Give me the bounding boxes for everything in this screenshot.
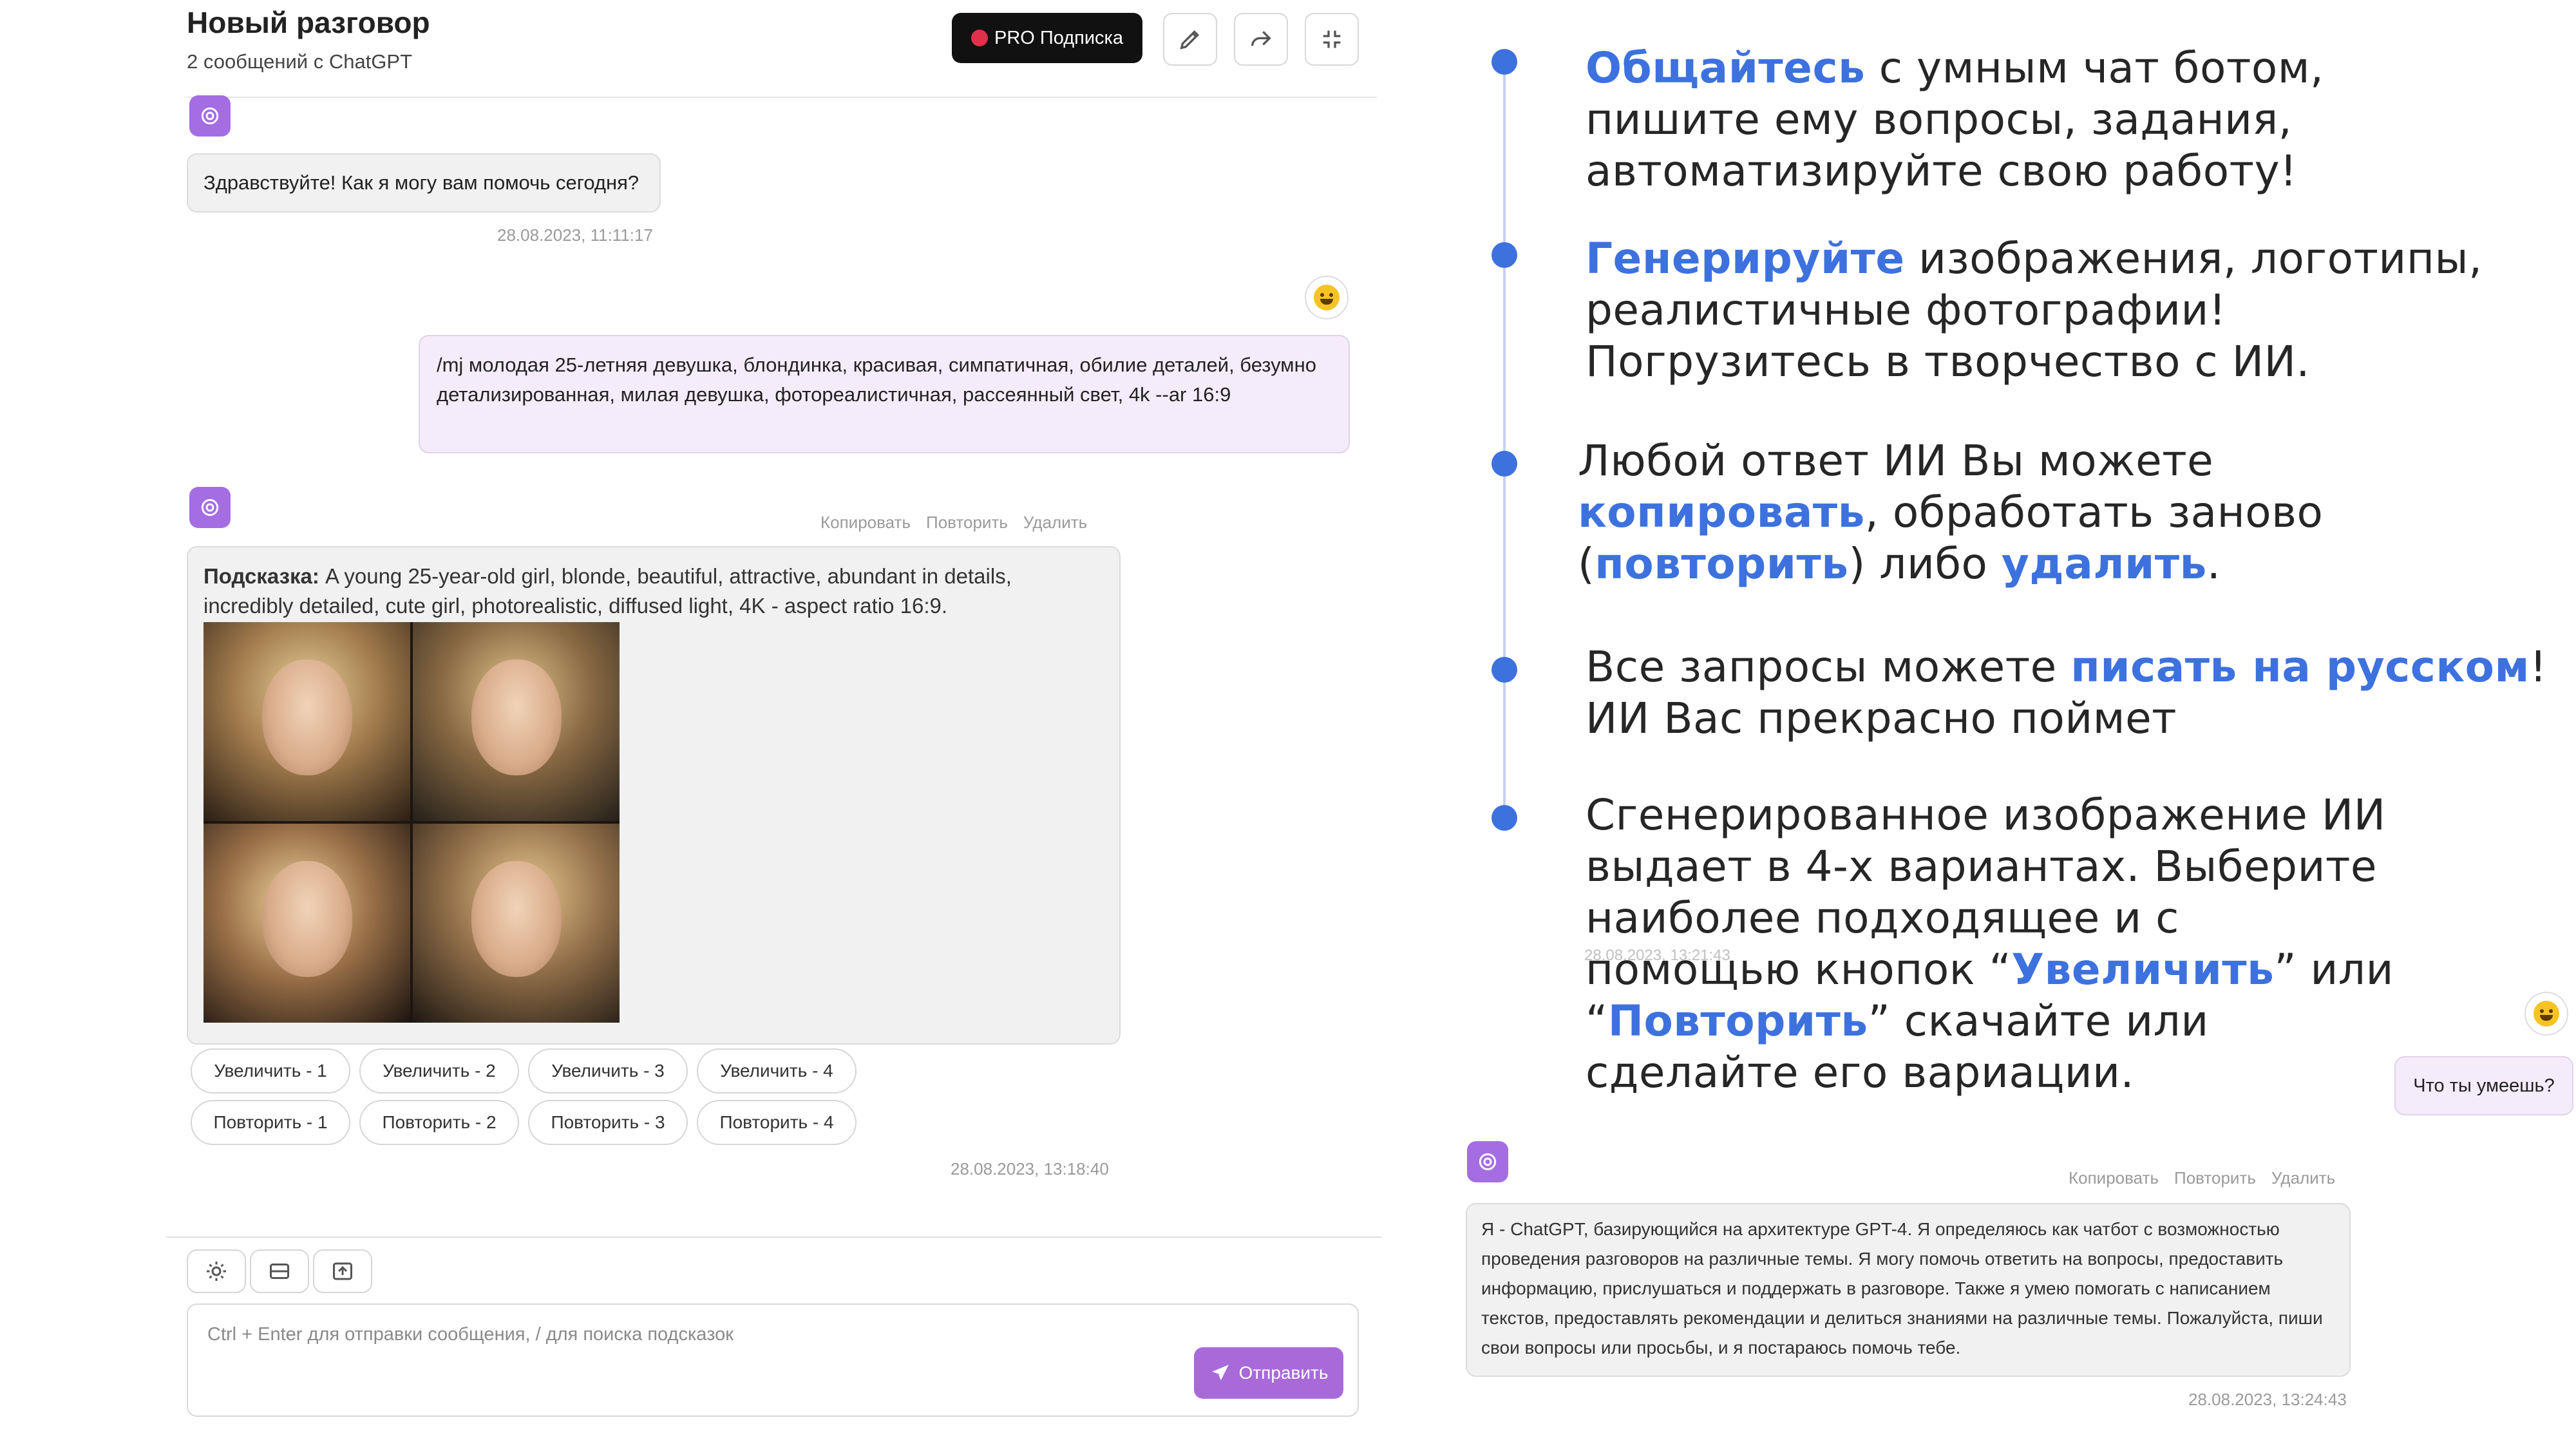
openai-logo-icon (201, 107, 219, 125)
feature-russian: Все запросы можете писать на русском! ИИ… (1586, 641, 2552, 744)
upscale-4-button[interactable]: Увеличить - 4 (697, 1048, 857, 1094)
sun-icon (207, 1262, 226, 1281)
feature-highlight: удалить (2001, 539, 2207, 589)
feature-text: Все запросы можете (1586, 642, 2071, 692)
pro-label: PRO Подписка (994, 27, 1123, 48)
user-avatar (1305, 276, 1349, 319)
share-icon (1251, 31, 1271, 46)
message-actions: Копировать Повторить Удалить (820, 513, 1087, 533)
send-label: Отправить (1238, 1363, 1329, 1383)
bot-avatar (1467, 1141, 1508, 1182)
message-actions: Копировать Повторить Удалить (2069, 1168, 2335, 1188)
delete-action[interactable]: Удалить (1023, 513, 1087, 533)
header-divider (187, 97, 1377, 98)
collapse-icon (1323, 30, 1341, 48)
copy-action[interactable]: Копировать (2069, 1168, 2159, 1188)
pro-subscription-button[interactable]: PRO Подписка (952, 13, 1142, 63)
feature-chat: Общайтесь с умным чат ботом, пишите ему … (1586, 43, 2487, 197)
feature-generate: Генерируйте изображения, логотипы, реали… (1586, 233, 2487, 388)
heart-eyes-icon (971, 30, 988, 46)
timeline-dot (1492, 242, 1517, 268)
upscale-3-button[interactable]: Увеличить - 3 (528, 1048, 688, 1094)
openai-logo-icon (1479, 1153, 1497, 1171)
rename-button[interactable] (1163, 13, 1217, 66)
collapse-button[interactable] (1305, 13, 1359, 66)
page-title: Новый разговор (187, 6, 430, 39)
smiley-icon (2533, 1001, 2559, 1027)
input-placeholder: Ctrl + Enter для отправки сообщения, / д… (207, 1324, 734, 1345)
hint-label: Подсказка: (204, 564, 319, 588)
feature-text: . (2206, 539, 2221, 589)
timeline-dot (1492, 805, 1517, 831)
image-icon (270, 1264, 289, 1279)
feature-highlight: Общайтесь (1586, 43, 1866, 93)
feature-text: ) либо (1848, 539, 2002, 589)
repeat-action[interactable]: Повторить (2174, 1168, 2256, 1188)
hint-text: A young 25-year-old girl, blonde, beauti… (204, 564, 1012, 618)
upscale-2-button[interactable]: Увеличить - 2 (359, 1048, 519, 1094)
generated-image-1[interactable] (204, 622, 410, 821)
repeat-1-button[interactable]: Повторить - 1 (191, 1100, 350, 1145)
bot-message: Здравствуйте! Как я могу вам помочь сего… (187, 153, 661, 213)
upload-button[interactable] (313, 1249, 372, 1293)
upscale-1-button[interactable]: Увеличить - 1 (191, 1048, 350, 1094)
bot-message: Я - ChatGPT, базирующийся на архитектуре… (1466, 1203, 2351, 1377)
prompt-hint: Подсказка: A young 25-year-old girl, blo… (204, 562, 1099, 621)
message-timestamp: 28.08.2023, 11:11:17 (497, 225, 653, 245)
repeat-action[interactable]: Повторить (926, 513, 1008, 533)
user-message: Что ты умеешь? (2394, 1056, 2573, 1115)
feature-highlight: копировать (1578, 488, 1865, 537)
feature-highlight: Повторить (1607, 996, 1868, 1046)
message-timestamp: 28.08.2023, 13:24:43 (2188, 1390, 2347, 1409)
conversation-subtitle: 2 сообщений с ChatGPT (187, 50, 413, 73)
image-tool-button[interactable] (250, 1249, 309, 1293)
timeline-dot (1492, 49, 1517, 75)
feature-highlight: повторить (1595, 539, 1849, 589)
feature-actions: Любой ответ ИИ Вы можете копировать, обр… (1578, 435, 2512, 590)
generated-image-grid[interactable] (204, 622, 620, 1023)
user-message: /mj молодая 25-летняя девушка, блондинка… (419, 335, 1350, 453)
user-avatar (2524, 992, 2568, 1036)
upload-icon (333, 1262, 352, 1280)
bot-image-message: Подсказка: A young 25-year-old girl, blo… (187, 546, 1121, 1045)
pencil-icon (1180, 30, 1200, 50)
repeat-2-button[interactable]: Повторить - 2 (359, 1100, 519, 1145)
share-button[interactable] (1234, 13, 1288, 66)
feature-highlight: писать на русском (2070, 642, 2530, 692)
theme-button[interactable] (187, 1249, 246, 1293)
feature-highlight: Генерируйте (1586, 234, 1905, 283)
repeat-3-button[interactable]: Повторить - 3 (528, 1100, 688, 1145)
repeat-4-button[interactable]: Повторить - 4 (697, 1100, 857, 1145)
openai-logo-icon (201, 498, 219, 516)
timeline-dot (1492, 451, 1517, 477)
generated-image-2[interactable] (413, 622, 620, 821)
message-input[interactable]: Ctrl + Enter для отправки сообщения, / д… (187, 1303, 1359, 1417)
copy-action[interactable]: Копировать (820, 513, 911, 533)
delete-action[interactable]: Удалить (2271, 1168, 2335, 1188)
message-timestamp: 28.08.2023, 13:18:40 (951, 1159, 1109, 1179)
composer-divider (166, 1236, 1382, 1238)
generated-image-4[interactable] (413, 824, 620, 1023)
feature-variants: Сгенерированное изображение ИИ выдает в … (1586, 790, 2397, 1099)
send-icon (1211, 1365, 1229, 1381)
feature-text: Любой ответ ИИ Вы можете (1578, 436, 2214, 486)
bot-avatar (189, 95, 231, 137)
bot-avatar (189, 487, 231, 528)
send-button[interactable]: Отправить (1194, 1347, 1343, 1399)
smiley-icon (1314, 285, 1340, 310)
timeline-dot (1492, 657, 1517, 683)
timeline-line (1503, 62, 1506, 815)
generated-image-3[interactable] (204, 824, 410, 1023)
feature-highlight: Увеличить (2011, 945, 2275, 994)
